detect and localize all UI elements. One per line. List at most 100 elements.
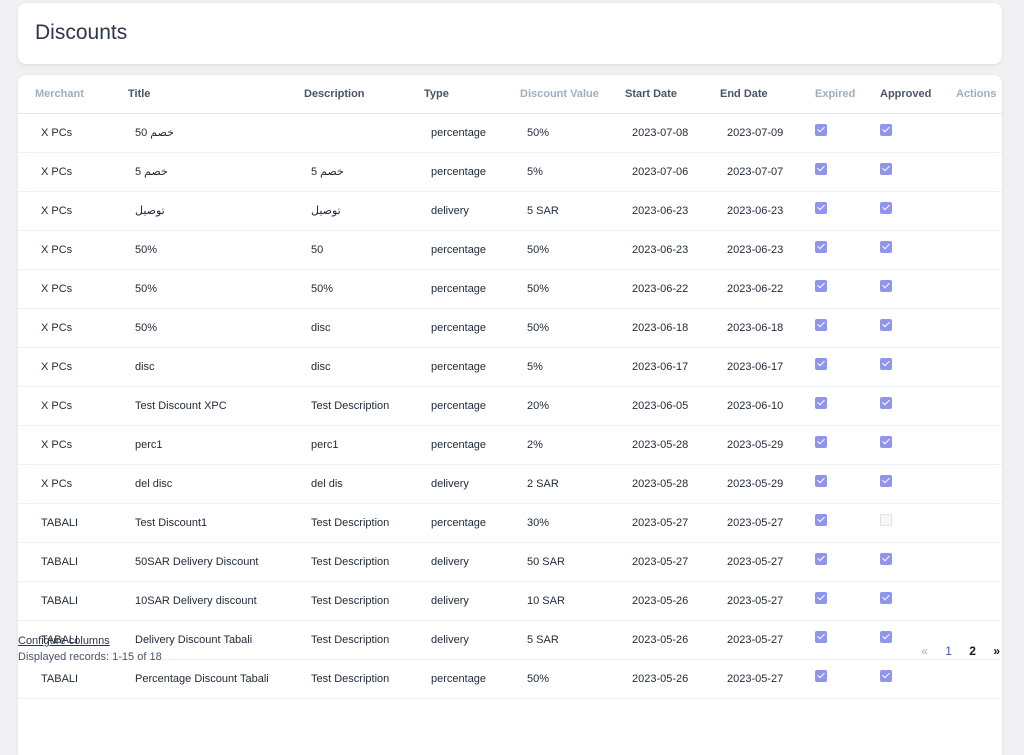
expired-checkbox[interactable] [815, 435, 827, 448]
cell-title: Test Discount XPC [135, 399, 227, 412]
column-header-title[interactable]: Title [128, 75, 304, 114]
cell-actions [956, 386, 1002, 425]
cell-expired [815, 581, 880, 620]
expired-checkbox[interactable] [815, 474, 827, 487]
cell-type: percentage [431, 672, 487, 685]
cell-actions [956, 542, 1002, 581]
table-row: TABALI 10SAR Delivery discount Test Descri… [18, 581, 1002, 620]
cell-actions [956, 425, 1002, 464]
approved-checkbox[interactable] [880, 279, 892, 292]
cell-description: Test Description [311, 555, 390, 568]
expired-checkbox[interactable] [815, 201, 827, 214]
displayed-records-label: Displayed records: 1-15 of 18 [18, 651, 162, 663]
approved-checkbox[interactable] [880, 396, 892, 409]
table-row: X PCs خصم 5 خصم 5 percentage 5% 2023-07-06 202… [18, 152, 1002, 191]
cell-start-date: 2023-07-08 [632, 126, 689, 139]
cell-end-date: 2023-06-18 [727, 321, 784, 334]
approved-checkbox[interactable] [880, 669, 892, 682]
cell-approved [880, 152, 956, 191]
column-header-start-date[interactable]: Start Date [625, 75, 720, 114]
column-header-description[interactable]: Description [304, 75, 424, 114]
cell-merchant: X PCs [41, 477, 73, 490]
approved-checkbox[interactable] [880, 318, 892, 331]
cell-approved [880, 347, 956, 386]
pagination-page-1[interactable]: 1 [945, 644, 952, 658]
expired-checkbox[interactable] [815, 552, 827, 565]
approved-checkbox[interactable] [880, 201, 892, 214]
table-row: X PCs 50% 50% percentage 50% 2023-06-22 2023-0… [18, 269, 1002, 308]
cell-expired [815, 347, 880, 386]
cell-title: Test Discount1 [135, 516, 208, 529]
approved-checkbox[interactable] [880, 123, 892, 136]
cell-end-date: 2023-07-09 [727, 126, 784, 139]
cell-description: del dis [311, 477, 343, 490]
page-header-card: Discounts [18, 3, 1002, 64]
cell-expired [815, 269, 880, 308]
configure-columns-link[interactable]: Configure columns [18, 635, 162, 647]
table-header-row: Merchant Title Description Type Discount… [18, 75, 1002, 114]
pagination-prev-button[interactable]: « [921, 644, 928, 658]
cell-actions [956, 581, 1002, 620]
expired-checkbox[interactable] [815, 318, 827, 331]
pagination-next-button[interactable]: » [993, 644, 1000, 658]
expired-checkbox[interactable] [815, 279, 827, 292]
cell-description: Test Description [311, 633, 390, 646]
approved-checkbox[interactable] [880, 474, 892, 487]
cell-start-date: 2023-05-26 [632, 672, 689, 685]
cell-expired [815, 191, 880, 230]
cell-start-date: 2023-05-27 [632, 516, 689, 529]
cell-merchant: X PCs [41, 321, 73, 334]
column-header-end-date[interactable]: End Date [720, 75, 815, 114]
pagination-page-2[interactable]: 2 [969, 644, 976, 658]
cell-approved [880, 581, 956, 620]
cell-discount-value: 10 SAR [527, 594, 565, 607]
cell-approved [880, 464, 956, 503]
approved-checkbox[interactable] [880, 435, 892, 448]
cell-start-date: 2023-06-23 [632, 204, 689, 217]
cell-merchant: TABALI [41, 516, 79, 529]
approved-checkbox[interactable] [880, 162, 892, 175]
cell-type: percentage [431, 438, 487, 451]
cell-expired [815, 308, 880, 347]
cell-title: del disc [135, 477, 173, 490]
expired-checkbox[interactable] [815, 513, 827, 526]
expired-checkbox[interactable] [815, 357, 827, 370]
cell-end-date: 2023-07-07 [727, 165, 784, 178]
cell-expired [815, 230, 880, 269]
expired-checkbox[interactable] [815, 591, 827, 604]
table-row: X PCs perc1 perc1 percentage 2% 2023-05-28 202… [18, 425, 1002, 464]
cell-end-date: 2023-05-29 [727, 477, 784, 490]
discounts-table: Merchant Title Description Type Discount… [18, 75, 1002, 699]
approved-checkbox[interactable] [880, 357, 892, 370]
cell-merchant: X PCs [41, 204, 73, 217]
expired-checkbox[interactable] [815, 123, 827, 136]
cell-approved [880, 503, 956, 542]
cell-type: percentage [431, 165, 487, 178]
cell-type: percentage [431, 282, 487, 295]
expired-checkbox[interactable] [815, 396, 827, 409]
table-row: TABALI Percentage Discount Tabali Test Des… [18, 659, 1002, 698]
approved-checkbox[interactable] [880, 630, 892, 643]
cell-end-date: 2023-06-23 [727, 204, 784, 217]
cell-merchant: X PCs [41, 243, 73, 256]
cell-merchant: TABALI [41, 555, 79, 568]
cell-description: 50% [311, 282, 334, 295]
table-row: TABALI 50SAR Delivery Discount Test Descri… [18, 542, 1002, 581]
column-header-type[interactable]: Type [424, 75, 520, 114]
column-header-approved[interactable]: Approved [880, 75, 956, 114]
cell-description: Test Description [311, 594, 390, 607]
cell-description: perc1 [311, 438, 339, 451]
cell-discount-value: 2 SAR [527, 477, 559, 490]
approved-checkbox[interactable] [880, 552, 892, 565]
expired-checkbox[interactable] [815, 669, 827, 682]
cell-merchant: X PCs [41, 438, 73, 451]
approved-checkbox[interactable] [880, 513, 892, 526]
expired-checkbox[interactable] [815, 162, 827, 175]
cell-description: Test Description [311, 672, 390, 685]
approved-checkbox[interactable] [880, 591, 892, 604]
expired-checkbox[interactable] [815, 630, 827, 643]
approved-checkbox[interactable] [880, 240, 892, 253]
cell-discount-value: 50 SAR [527, 555, 565, 568]
expired-checkbox[interactable] [815, 240, 827, 253]
cell-actions [956, 152, 1002, 191]
